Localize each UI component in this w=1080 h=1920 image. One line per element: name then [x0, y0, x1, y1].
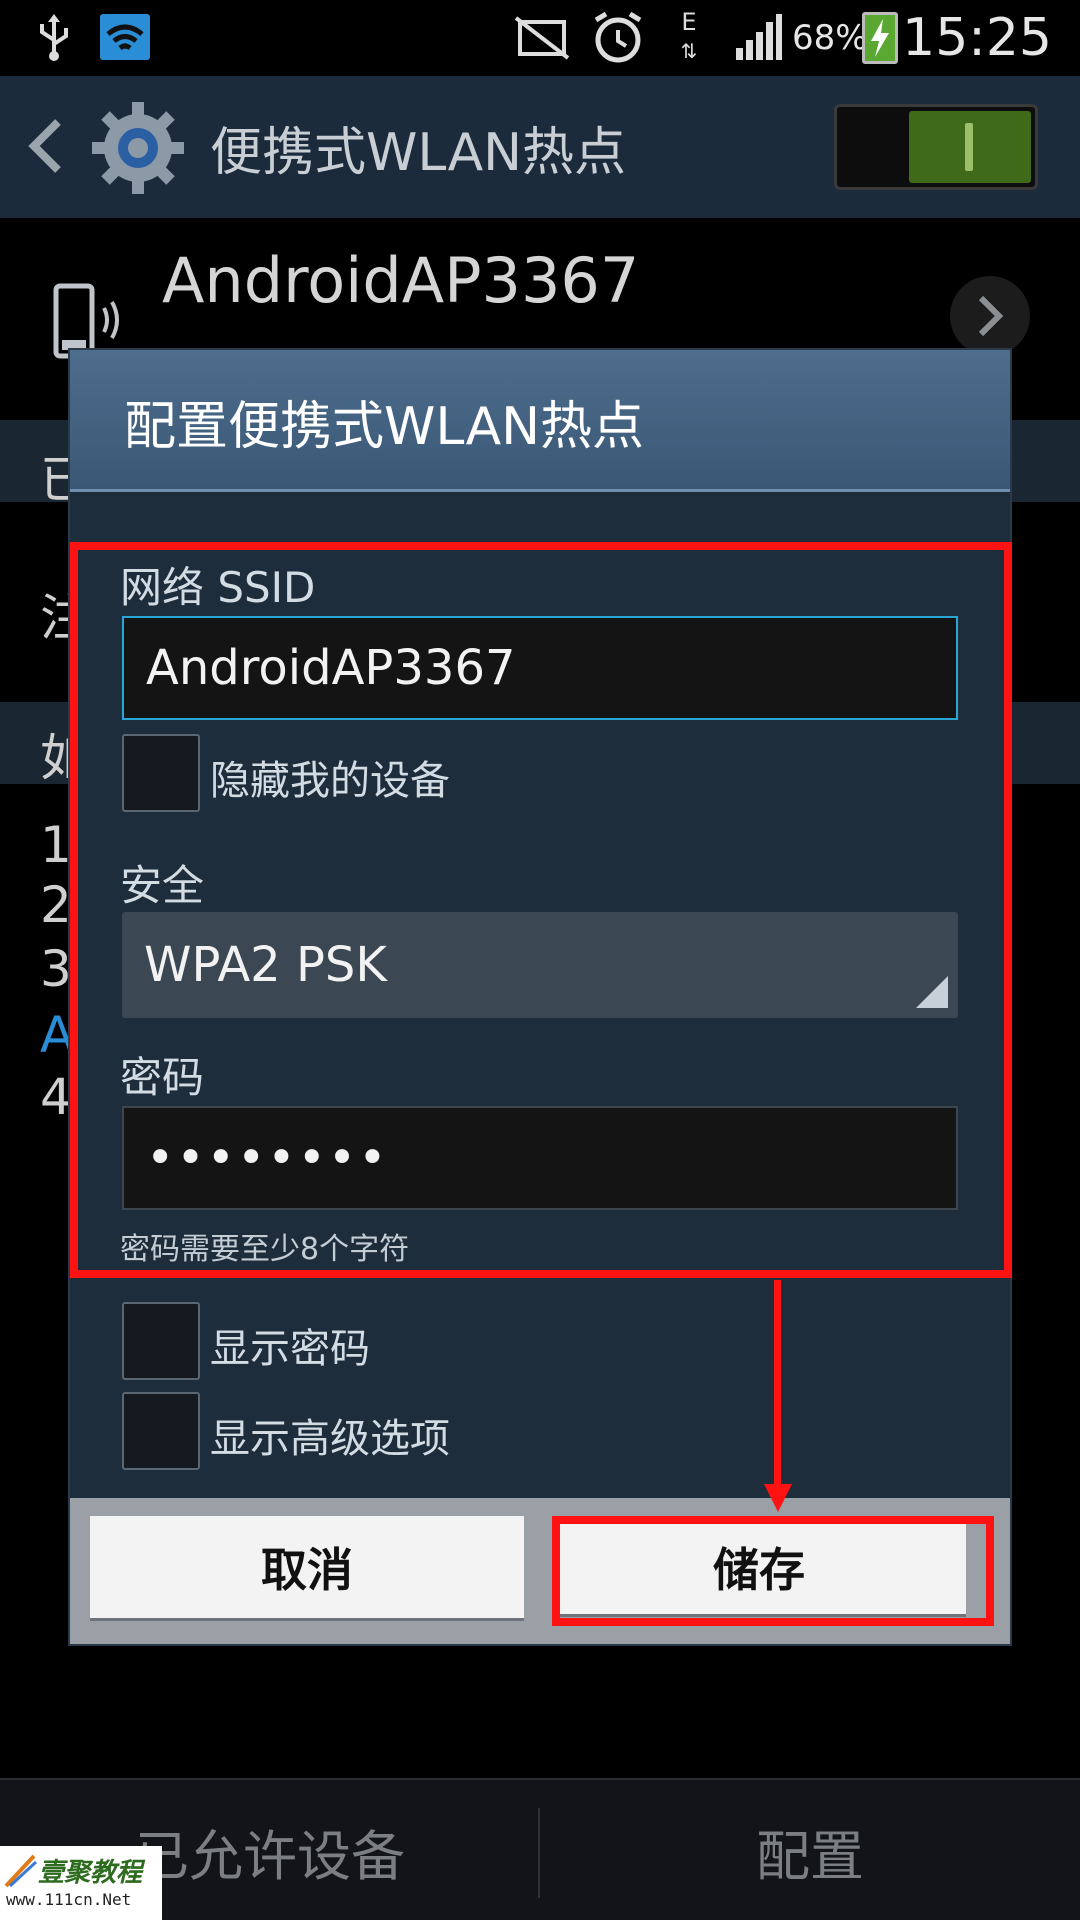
page-title: 便携式WLAN热点	[210, 122, 627, 183]
battery-charging-icon	[862, 12, 898, 64]
show-password-label: 显示密码	[210, 1326, 370, 1372]
bottom-bar: 已允许设备 配置	[0, 1778, 1080, 1920]
chevron-right-icon[interactable]	[950, 276, 1030, 356]
bg-text: 3	[40, 940, 72, 998]
show-advanced-label: 显示高级选项	[210, 1416, 450, 1462]
watermark-title: 壹聚教程	[38, 1858, 143, 1888]
dialog-title: 配置便携式WLAN热点	[124, 396, 645, 457]
back-icon[interactable]	[26, 116, 66, 176]
highlight-box-form	[70, 542, 1012, 1278]
watermark-logo: 壹聚教程 www.111cn.Net	[0, 1846, 162, 1920]
annotation-arrow	[774, 1280, 781, 1490]
cancel-button[interactable]: 取消	[90, 1516, 524, 1618]
network-name[interactable]: AndroidAP3367	[162, 244, 639, 317]
gear-icon	[92, 102, 184, 194]
dialog-header: 配置便携式WLAN热点	[70, 350, 1010, 492]
hotspot-toggle[interactable]	[834, 104, 1038, 190]
data-e-icon: E ⇅	[680, 8, 698, 63]
show-password-checkbox[interactable]	[122, 1302, 200, 1380]
action-bar: 便携式WLAN热点	[0, 76, 1080, 218]
annotation-arrow-head	[764, 1484, 792, 1512]
alarm-icon	[594, 11, 642, 63]
signal-icon	[736, 14, 782, 60]
bg-text: 2	[40, 876, 72, 934]
highlight-box-save	[552, 1516, 994, 1626]
pen-icon	[4, 1854, 38, 1888]
bg-text: 4	[40, 1068, 72, 1126]
show-advanced-checkbox[interactable]	[122, 1392, 200, 1470]
clock: 15:25	[902, 8, 1052, 68]
wifi-icon	[100, 14, 150, 60]
configure-button[interactable]: 配置	[540, 1780, 1080, 1920]
status-bar: E ⇅ 68% 15:25	[0, 0, 1080, 76]
bg-text: 1	[40, 816, 72, 874]
watermark-url: www.111cn.Net	[6, 1890, 132, 1909]
battery-percent: 68%	[792, 18, 868, 58]
usb-icon	[40, 14, 68, 61]
mute-icon	[514, 16, 570, 60]
toggle-knob	[909, 111, 1031, 183]
